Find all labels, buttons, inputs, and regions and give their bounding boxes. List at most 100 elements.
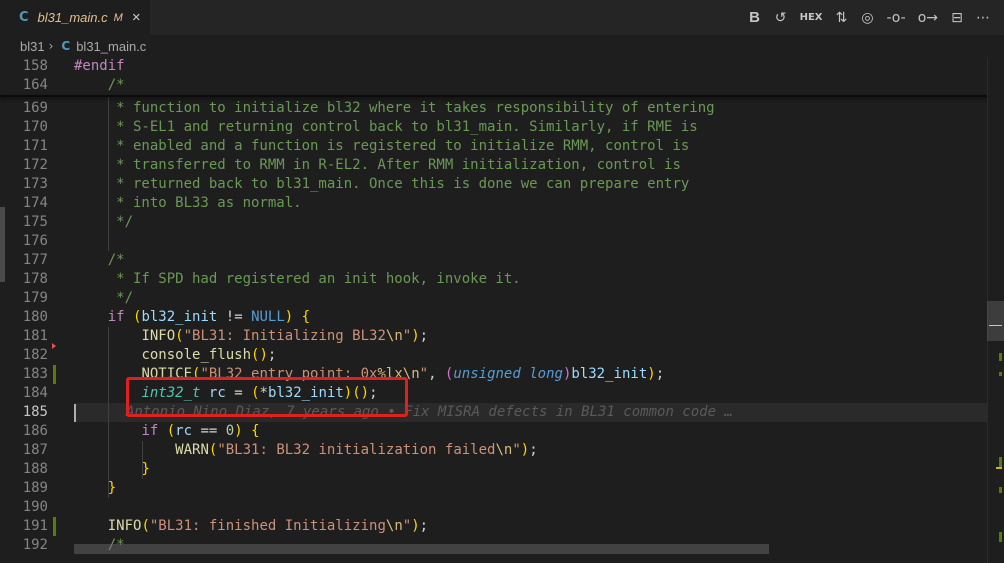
line-number: 188 [22, 461, 48, 477]
line-code: * S-EL1 and returning control back to bl… [74, 119, 698, 135]
code-editor[interactable]: 158 #endif 164 /* 169 * function to initial… [0, 57, 1004, 563]
line-number: 186 [22, 423, 48, 439]
line-number: 178 [22, 271, 48, 287]
line-code: */ [74, 290, 134, 306]
code-line[interactable]: 173 * returned back to bl31_main. Once t… [0, 175, 987, 194]
line-number: 172 [22, 157, 48, 173]
code-line[interactable]: 179 */ [0, 289, 987, 308]
line-number: 164 [22, 77, 48, 93]
line-number: 192 [22, 537, 48, 553]
scrollbar-change-marker [999, 372, 1002, 376]
code-line[interactable]: 182 console_flush(); [0, 346, 987, 365]
close-icon[interactable]: × [132, 9, 141, 26]
line-code: */ [74, 214, 134, 230]
line-code: * into BL33 as normal. [74, 195, 302, 211]
line-number: 158 [22, 58, 48, 74]
breadcrumb-folder[interactable]: bl31 [20, 39, 45, 54]
line-code: if (bl32_init != NULL) { [107, 309, 311, 325]
line-number: 176 [22, 233, 48, 249]
line-code: * enabled and a function is registered t… [74, 138, 690, 154]
breadcrumb: bl31 › C bl31_main.c [0, 35, 1004, 57]
scrollbar-slider[interactable] [987, 301, 1004, 341]
code-line[interactable]: 175 */ [0, 213, 987, 232]
line-code: WARN("BL31: BL32 initialization failed\n… [175, 442, 538, 458]
line-number: 180 [22, 309, 48, 325]
more-actions-icon[interactable]: ⋯ [976, 10, 990, 26]
line-number: 182 [22, 347, 48, 363]
history-icon[interactable]: ↺ [774, 10, 788, 26]
scrollbar-change-marker [999, 353, 1002, 361]
code-line[interactable]: 177 /* [0, 251, 987, 270]
line-number: 181 [22, 328, 48, 344]
tab-bl31-main[interactable]: C bl31_main.c M × [0, 0, 150, 35]
line-number: 169 [22, 100, 48, 116]
scrollbar-change-marker [999, 487, 1002, 493]
line-code: * If SPD had registered an init hook, in… [74, 271, 521, 287]
line-number: 190 [22, 499, 48, 515]
next-change-icon[interactable]: o→ [918, 10, 938, 26]
scrollbar-warning-marker [996, 467, 1002, 469]
line-code: * returned back to bl31_main. Once this … [74, 176, 690, 192]
line-number: 174 [22, 195, 48, 211]
line-number: 173 [22, 176, 48, 192]
code-line[interactable]: 178 * If SPD had registered an init hook… [0, 270, 987, 289]
line-number: 189 [22, 480, 48, 496]
line-code: * function to initialize bl32 where it t… [74, 100, 715, 116]
code-line[interactable]: 169 * function to initialize bl32 where … [0, 99, 987, 118]
code-line[interactable]: 186 if (rc == 0) { [0, 422, 987, 441]
highlight-annotation-box [126, 377, 408, 417]
line-code: /* [74, 252, 125, 268]
scrollbar-change-marker [999, 532, 1002, 542]
code-line[interactable]: 174 * into BL33 as normal. [0, 194, 987, 213]
line-number: 187 [22, 442, 48, 458]
line-code: } [141, 461, 150, 477]
line-number: 183 [22, 366, 48, 382]
editor-actions: B ↺ HEX ⇅ ◎ -o-o→ ⊟ ⋯ [748, 0, 990, 35]
code-line[interactable]: 171 * enabled and a function is register… [0, 137, 987, 156]
code-line[interactable]: 164 /* [0, 76, 987, 95]
line-number: 191 [22, 518, 48, 534]
previous-change-icon[interactable]: -o- [887, 10, 906, 26]
code-line[interactable]: 176 [0, 232, 987, 251]
code-line[interactable]: 187 WARN("BL31: BL32 initialization fail… [0, 441, 987, 460]
code-line[interactable]: 158 #endif [0, 57, 987, 76]
line-number: 184 [22, 385, 48, 401]
code-line[interactable]: 189 } [0, 479, 987, 498]
line-code: if (rc == 0) { [141, 423, 260, 439]
tab-filename: bl31_main.c [37, 10, 108, 25]
code-line[interactable]: 181 INFO("BL31: Initializing BL32\n"); [0, 327, 987, 346]
c-file-icon: C [19, 10, 29, 25]
code-line[interactable]: 190 [0, 498, 987, 517]
tab-bar: C bl31_main.c M × B ↺ HEX ⇅ ◎ -o-o→ ⊟ ⋯ [0, 0, 1004, 35]
code-line[interactable]: 170 * S-EL1 and returning control back t… [0, 118, 987, 137]
line-number: 175 [22, 214, 48, 230]
split-editor-icon[interactable]: ⊟ [950, 10, 964, 26]
open-changes-icon[interactable]: ◎ [861, 10, 875, 26]
toggle-blame-b-icon[interactable]: B [748, 9, 762, 26]
code-line[interactable]: 180 if (bl32_init != NULL) { [0, 308, 987, 327]
line-code: #endif [74, 58, 125, 74]
sticky-scroll-divider [0, 95, 987, 97]
line-code: * transferred to RMM in R-EL2. After RMM… [74, 157, 681, 173]
line-number: 185 [22, 404, 48, 420]
modified-badge: M [113, 11, 123, 24]
line-code: /* [74, 77, 125, 93]
text-cursor [74, 404, 76, 422]
line-code: INFO("BL31: finished Initializing\n"); [107, 518, 429, 534]
horizontal-scrollbar[interactable] [74, 544, 769, 554]
line-number: 171 [22, 138, 48, 154]
code-line[interactable]: 172 * transferred to RMM in R-EL2. After… [0, 156, 987, 175]
line-number: 179 [22, 290, 48, 306]
breadcrumb-file[interactable]: bl31_main.c [76, 39, 146, 54]
c-file-icon: C [61, 39, 71, 53]
compare-changes-icon[interactable]: ⇅ [835, 10, 849, 26]
scrollbar-cursor-marker [989, 325, 1002, 326]
code-line[interactable]: 188 } [0, 460, 987, 479]
code-line[interactable]: 191 INFO("BL31: finished Initializing\n"… [0, 517, 987, 536]
chevron-right-icon: › [48, 39, 54, 53]
line-code: } [107, 480, 117, 496]
line-code: INFO("BL31: Initializing BL32\n"); [141, 328, 429, 344]
hex-icon[interactable]: HEX [800, 12, 823, 23]
line-number: 177 [22, 252, 48, 268]
line-number: 170 [22, 119, 48, 135]
